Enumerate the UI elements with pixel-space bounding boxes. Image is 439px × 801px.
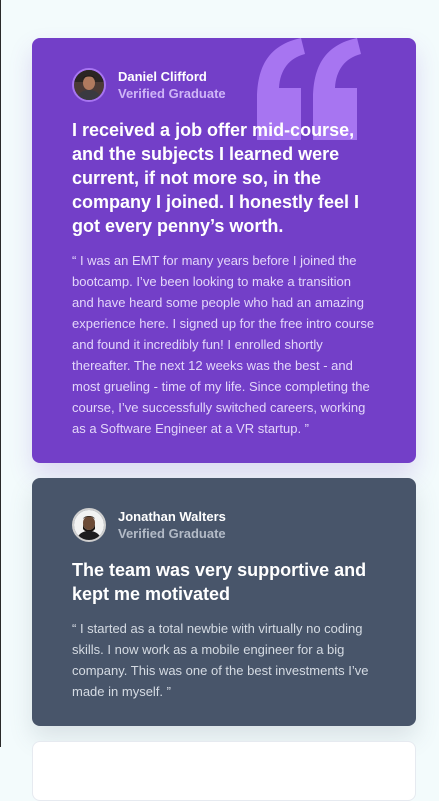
avatar-photo	[74, 510, 104, 540]
testimonial-headline: The team was very supportive and kept me…	[72, 560, 367, 604]
author-name: Daniel Clifford	[118, 69, 207, 84]
viewport-left-edge	[0, 0, 1, 747]
testimonial-quote: “ I was an EMT for many years before I j…	[72, 253, 375, 436]
testimonial-headline: I received a job offer mid-course, and t…	[72, 120, 360, 236]
testimonial-card-next	[32, 741, 416, 801]
avatar-photo	[74, 70, 104, 100]
testimonial-quote: “ I started as a total newbie with virtu…	[72, 621, 369, 699]
author-role: Verified Graduate	[118, 86, 226, 101]
author-role: Verified Graduate	[118, 526, 226, 541]
avatar	[72, 508, 106, 542]
author-block: Daniel Clifford Verified Graduate	[72, 68, 376, 102]
author-name: Jonathan Walters	[118, 509, 226, 524]
testimonial-card-daniel: Daniel Clifford Verified Graduate I rece…	[32, 38, 416, 463]
avatar	[72, 68, 106, 102]
author-block: Jonathan Walters Verified Graduate	[72, 508, 376, 542]
testimonial-card-jonathan: Jonathan Walters Verified Graduate The t…	[32, 478, 416, 726]
